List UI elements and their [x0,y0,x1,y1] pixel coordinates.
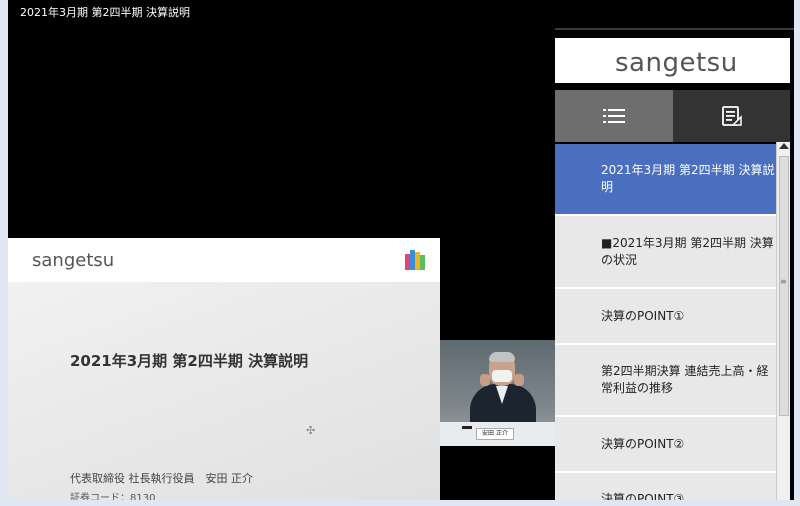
list-item-label: 決算のPOINT② [601,436,685,451]
scroll-grip-icon: ≡ [780,277,787,286]
presentation-slide: sangetsu 2021年3月期 第2四半期 決算説明 ✣ 代表取締役 社長執… [8,238,440,500]
list-item[interactable]: 2021年3月期 第2四半期 決算説明 [555,144,776,216]
list-item-label: 2021年3月期 第2四半期 決算説明 [601,163,775,194]
window-title: 2021年3月期 第2四半期 決算説明 [20,6,190,19]
scroll-up-arrow-icon[interactable] [779,143,789,149]
slide-stock-code: 証券コード：8130 [70,493,156,500]
list-item[interactable]: 第2四半期決算 連結売上高・経常利益の推移 [555,345,776,417]
nameplate: 安田 正介 [476,428,514,440]
panel-tabs [555,90,790,142]
slide-presenter: 代表取締役 社長執行役員 安田 正介 [70,472,253,485]
presenter-video[interactable]: 安田 正介 [440,340,555,446]
list-item[interactable]: 決算のPOINT① [555,289,776,345]
scrollbar-thumb[interactable] [779,156,789,416]
list-item-label: 決算のPOINT① [601,308,685,323]
list-icon [603,109,625,123]
slide-header: sangetsu [8,238,440,282]
presenter-hand-right [514,374,524,386]
list-scrollbar[interactable]: ≡ [776,142,790,500]
notes-icon [721,106,742,126]
list-item-label: 第2四半期決算 連結売上高・経常利益の推移 [601,364,769,395]
panel-divider [555,28,794,30]
list-item-label: ■2021年3月期 第2四半期 決算の状況 [601,235,774,267]
panel-logo: sangetsu [615,48,738,78]
panel-logo-box: sangetsu [555,38,790,83]
presenter-mask [492,370,512,382]
slide-title: 2021年3月期 第2四半期 決算説明 [70,352,309,370]
tab-notes[interactable] [673,90,790,142]
list-item-label: 決算のPOINT③ [601,492,685,500]
list-item[interactable]: 決算のPOINT③ [555,473,776,500]
side-panel: sangetsu 2021年3月期 第2四半期 決算説明 ■2021年3月期 第… [555,28,794,500]
tab-chapter-list[interactable] [555,90,673,142]
slide-logo: sangetsu [32,250,115,271]
microphone [462,426,472,429]
presenter-hand-left [480,374,490,386]
pointer-icon: ✣ [306,424,316,437]
brand-mark-icon [405,250,425,270]
list-item[interactable]: 決算のPOINT② [555,417,776,473]
chapter-list: 2021年3月期 第2四半期 決算説明 ■2021年3月期 第2四半期 決算の状… [555,144,776,500]
list-item[interactable]: ■2021年3月期 第2四半期 決算の状況 [555,216,776,289]
presenter-hair [489,352,515,362]
